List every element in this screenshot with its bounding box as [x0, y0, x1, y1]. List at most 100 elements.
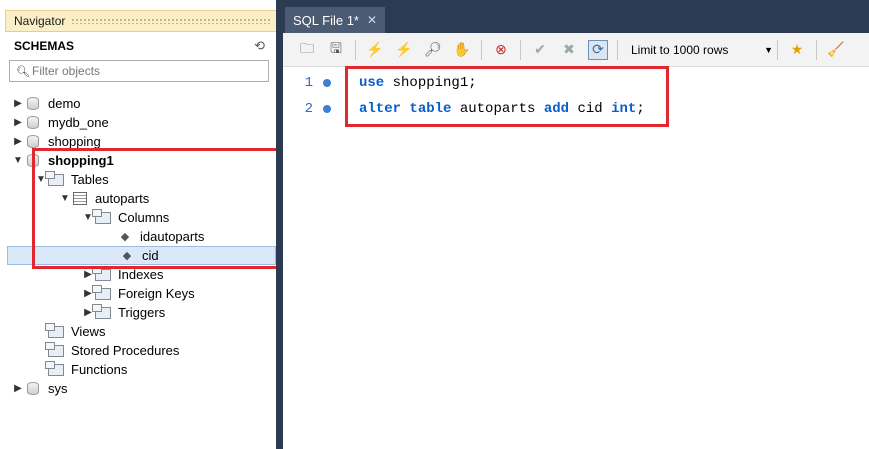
beautify-broom-icon[interactable]: 🧹 — [826, 40, 846, 60]
line-number: 2 — [304, 101, 313, 117]
tree-item-label: Columns — [118, 210, 170, 225]
tree-item-stored-procedures[interactable]: Stored Procedures — [5, 341, 277, 360]
close-icon[interactable]: ✕ — [367, 13, 377, 27]
tree-item-views[interactable]: Views — [5, 322, 277, 341]
filter-input[interactable] — [32, 64, 252, 78]
add-snippet-star-icon[interactable]: ★ — [787, 40, 807, 60]
tree-item-label: demo — [48, 96, 81, 111]
tree-item-label: Foreign Keys — [118, 286, 195, 301]
code-line: 2 alter table autoparts add cid int ; — [283, 96, 869, 122]
folder-icon — [45, 170, 65, 187]
toolbar-separator — [481, 39, 482, 60]
folder-icon — [92, 303, 112, 320]
collapse-arrow-icon[interactable]: ▼ — [12, 155, 24, 166]
code-line: 1 use shopping1; — [283, 70, 869, 96]
column-diamond-icon: ◆ — [120, 231, 130, 243]
tree-item-cid[interactable]: ◆ cid — [7, 246, 276, 265]
sql-keyword: alter — [359, 101, 402, 117]
autocommit-toggle-icon[interactable]: ⟳ — [588, 39, 608, 60]
toolbar-separator — [617, 39, 618, 60]
tree-item-idautoparts[interactable]: ◆ idautoparts — [5, 227, 277, 246]
database-icon — [24, 154, 42, 168]
folder-icon — [45, 360, 65, 377]
tree-item-label: idautoparts — [140, 229, 205, 244]
stop-hand-icon[interactable]: ✋ — [452, 40, 472, 60]
tree-item-shopping[interactable]: ▶ shopping — [5, 132, 277, 151]
schemas-label: SCHEMAS — [14, 39, 75, 53]
line-number: 1 — [304, 75, 313, 91]
statement-marker-icon — [323, 79, 331, 87]
tree-item-label: shopping1 — [48, 153, 114, 168]
tree-item-autoparts[interactable]: ▼ autoparts — [5, 189, 277, 208]
tree-item-sys[interactable]: ▶ sys — [5, 379, 277, 398]
tree-item-label: mydb_one — [48, 115, 109, 130]
tree-item-demo[interactable]: ▶ demo — [5, 94, 277, 113]
tree-item-tables[interactable]: ▼ Tables — [5, 170, 277, 189]
panel-splitter[interactable] — [276, 0, 283, 449]
navigator-title: Navigator — [14, 14, 66, 28]
sql-text: cid — [569, 101, 612, 117]
tab-sql-file[interactable]: SQL File 1* ✕ — [285, 7, 386, 33]
sql-text: ; — [636, 101, 645, 117]
tree-item-indexes[interactable]: ▶ Indexes — [5, 265, 277, 284]
execute-current-icon[interactable]: ⚡ — [394, 40, 414, 60]
table-icon — [71, 192, 89, 206]
toolbar-separator — [520, 39, 521, 60]
filter-box: 🔍︎ — [9, 60, 269, 82]
tree-item-shopping1[interactable]: ▼ shopping1 — [5, 151, 277, 170]
folder-icon — [92, 265, 112, 282]
drag-handle[interactable] — [71, 18, 272, 24]
refresh-icon[interactable]: ⟲ — [254, 38, 265, 54]
expand-arrow-icon[interactable]: ▶ — [12, 136, 24, 147]
sql-text: shopping1; — [384, 75, 477, 91]
open-folder-icon[interactable]: 🗀 — [297, 40, 317, 60]
chevron-down-icon: ▼ — [764, 44, 773, 55]
editor-toolbar: 🗀 🖫 ⚡ ⚡ 🔎︎ ✋ ⊗ ✔ ✖ ⟳ Limit to 1000 rows … — [283, 33, 869, 67]
sql-keyword: table — [409, 101, 452, 117]
tab-bar: SQL File 1* ✕ — [283, 0, 869, 33]
commit-check-icon[interactable]: ✔ — [530, 40, 550, 60]
folder-icon — [45, 341, 65, 358]
toolbar-separator — [355, 39, 356, 60]
execute-lightning-icon[interactable]: ⚡ — [365, 40, 385, 60]
tree-item-label: sys — [48, 381, 68, 396]
tree-item-label: cid — [142, 248, 159, 263]
navigator-header: Navigator — [5, 10, 277, 32]
sql-keyword: int — [611, 101, 637, 117]
tree-item-label: Views — [71, 324, 106, 339]
tree-item-label: Functions — [71, 362, 128, 377]
navigator-panel: Navigator SCHEMAS ⟲ 🔍︎ ▶ demo ▶ mydb_one… — [5, 10, 277, 446]
explain-magnifier-icon[interactable]: 🔎︎ — [423, 40, 443, 60]
toolbar-separator — [777, 39, 778, 60]
toggle-error-icon[interactable]: ⊗ — [491, 40, 511, 60]
limit-rows-select[interactable]: Limit to 1000 rows ▼ — [631, 40, 777, 60]
tree-item-label: Triggers — [118, 305, 166, 320]
collapse-arrow-icon[interactable]: ▼ — [59, 193, 71, 204]
expand-arrow-icon[interactable]: ▶ — [12, 117, 24, 128]
database-icon — [24, 116, 42, 130]
schema-tree: ▶ demo ▶ mydb_one ▶ shopping ▼ shopping1… — [5, 94, 277, 398]
tree-item-label: Indexes — [118, 267, 164, 282]
limit-rows-label: Limit to 1000 rows — [631, 42, 729, 57]
columns-folder-icon — [92, 208, 112, 225]
tree-item-label: Tables — [71, 172, 109, 187]
code-editor[interactable]: 1 use shopping1; 2 alter table autoparts… — [283, 66, 869, 127]
save-icon[interactable]: 🖫 — [326, 40, 346, 60]
database-icon — [24, 382, 42, 396]
tree-item-label: shopping — [48, 134, 101, 149]
column-diamond-icon: ◆ — [122, 250, 132, 262]
tree-item-triggers[interactable]: ▶ Triggers — [5, 303, 277, 322]
expand-arrow-icon[interactable]: ▶ — [12, 383, 24, 394]
sql-text: autoparts — [451, 101, 544, 117]
tree-item-functions[interactable]: Functions — [5, 360, 277, 379]
sql-keyword: add — [543, 101, 570, 117]
tree-item-columns[interactable]: ▼ Columns — [5, 208, 277, 227]
database-icon — [24, 135, 42, 149]
toolbar-separator — [816, 39, 817, 60]
rollback-cancel-icon[interactable]: ✖ — [559, 40, 579, 60]
expand-arrow-icon[interactable]: ▶ — [12, 98, 24, 109]
tree-item-mydb-one[interactable]: ▶ mydb_one — [5, 113, 277, 132]
folder-icon — [92, 284, 112, 301]
tree-item-foreign-keys[interactable]: ▶ Foreign Keys — [5, 284, 277, 303]
database-icon — [24, 97, 42, 111]
